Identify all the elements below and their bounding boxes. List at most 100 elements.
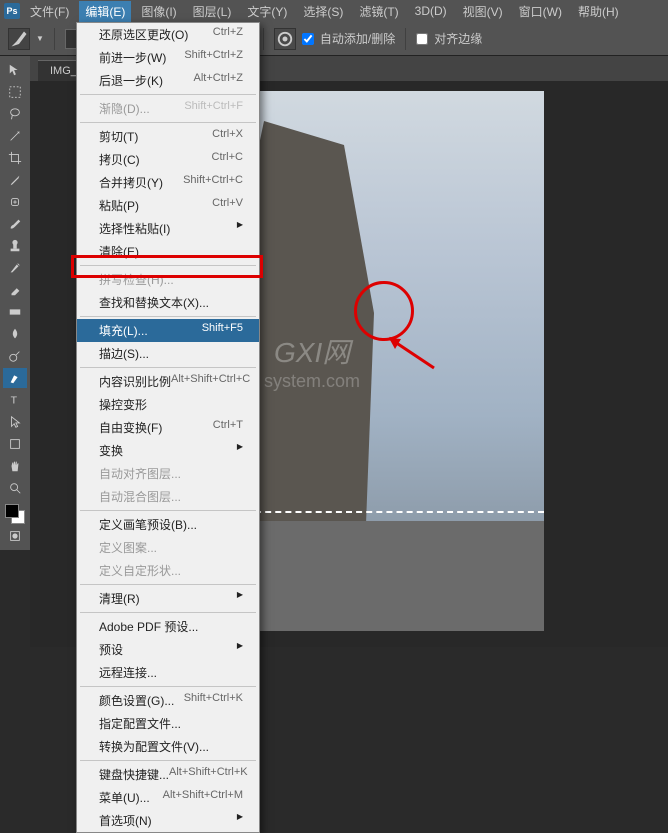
menu-filter[interactable]: 滤镜(T) xyxy=(353,1,404,22)
auto-add-label: 自动添加/删除 xyxy=(320,30,395,47)
menu-item[interactable]: 键盘快捷键...Alt+Shift+Ctrl+K xyxy=(77,763,259,786)
menu-item[interactable]: 远程连接... xyxy=(77,661,259,684)
menu-item[interactable]: Adobe PDF 预设... xyxy=(77,615,259,638)
menu-separator xyxy=(80,686,256,687)
menu-item-label: 颜色设置(G)... xyxy=(99,692,174,709)
menu-item-label: 还原选区更改(O) xyxy=(99,26,188,43)
menu-item[interactable]: 清理(R) xyxy=(77,587,259,610)
app-icon: Ps xyxy=(4,3,20,19)
menu-item: 定义图案... xyxy=(77,536,259,559)
menu-item-shortcut: Alt+Shift+Ctrl+M xyxy=(163,789,243,806)
menu-item-shortcut: Ctrl+T xyxy=(213,419,243,436)
menu-select[interactable]: 选择(S) xyxy=(297,1,349,22)
menu-window[interactable]: 窗口(W) xyxy=(513,1,568,22)
history-brush-icon[interactable] xyxy=(3,258,27,278)
menu-item-label: 定义画笔预设(B)... xyxy=(99,516,197,533)
menu-separator xyxy=(80,510,256,511)
edit-dropdown-menu: 还原选区更改(O)Ctrl+Z前进一步(W)Shift+Ctrl+Z后退一步(K… xyxy=(76,22,260,833)
menu-3d[interactable]: 3D(D) xyxy=(409,2,453,20)
zoom-tool-icon[interactable] xyxy=(3,478,27,498)
menu-item[interactable]: 转换为配置文件(V)... xyxy=(77,735,259,758)
menu-type[interactable]: 文字(Y) xyxy=(241,1,293,22)
stamp-tool-icon[interactable] xyxy=(3,236,27,256)
menu-item[interactable]: 后退一步(K)Alt+Ctrl+Z xyxy=(77,69,259,92)
quickmask-icon[interactable] xyxy=(3,526,27,546)
menu-item[interactable]: 指定配置文件... xyxy=(77,712,259,735)
menu-item-label: 首选项(N) xyxy=(99,812,152,829)
eraser-tool-icon[interactable] xyxy=(3,280,27,300)
menu-help[interactable]: 帮助(H) xyxy=(572,1,625,22)
current-tool-icon[interactable] xyxy=(8,28,30,50)
wand-tool-icon[interactable] xyxy=(3,126,27,146)
lasso-tool-icon[interactable] xyxy=(3,104,27,124)
menu-layer[interactable]: 图层(L) xyxy=(187,1,238,22)
menu-file[interactable]: 文件(F) xyxy=(24,1,75,22)
pen-tool-icon[interactable] xyxy=(3,368,27,388)
menu-item-label: 渐隐(D)... xyxy=(99,100,150,117)
separator xyxy=(263,28,264,50)
path-select-icon[interactable] xyxy=(3,412,27,432)
menu-item-label: 自动对齐图层... xyxy=(99,465,181,482)
menu-item[interactable]: 自由变换(F)Ctrl+T xyxy=(77,416,259,439)
menu-item-label: 自动混合图层... xyxy=(99,488,181,505)
menu-item[interactable]: 颜色设置(G)... Shift+Ctrl+K xyxy=(77,689,259,712)
annotation-circle xyxy=(354,281,414,341)
menu-item[interactable]: 菜单(U)...Alt+Shift+Ctrl+M xyxy=(77,786,259,809)
gradient-tool-icon[interactable] xyxy=(3,302,27,322)
menu-item[interactable]: 查找和替换文本(X)... xyxy=(77,291,259,314)
menu-item[interactable]: 预设 xyxy=(77,638,259,661)
menu-item[interactable]: 描边(S)... xyxy=(77,342,259,365)
marquee-tool-icon[interactable] xyxy=(3,82,27,102)
blur-tool-icon[interactable] xyxy=(3,324,27,344)
menu-item[interactable]: 还原选区更改(O)Ctrl+Z xyxy=(77,23,259,46)
brush-tool-icon[interactable] xyxy=(3,214,27,234)
color-swatch[interactable] xyxy=(5,504,25,524)
menu-item-label: 远程连接... xyxy=(99,664,157,681)
shape-tool-icon[interactable] xyxy=(3,434,27,454)
heal-tool-icon[interactable] xyxy=(3,192,27,212)
menu-item-label: 剪切(T) xyxy=(99,128,138,145)
menubar: Ps 文件(F) 编辑(E) 图像(I) 图层(L) 文字(Y) 选择(S) 滤… xyxy=(0,0,668,22)
menu-separator xyxy=(80,367,256,368)
menu-separator xyxy=(80,316,256,317)
dodge-tool-icon[interactable] xyxy=(3,346,27,366)
menu-item: 自动混合图层... xyxy=(77,485,259,508)
crop-tool-icon[interactable] xyxy=(3,148,27,168)
pen-tool-icon xyxy=(9,29,29,49)
chevron-down-icon[interactable]: ▼ xyxy=(36,34,44,43)
menu-item[interactable]: 定义画笔预设(B)... xyxy=(77,513,259,536)
menu-item[interactable]: 前进一步(W)Shift+Ctrl+Z xyxy=(77,46,259,69)
align-edges-checkbox[interactable] xyxy=(416,33,428,45)
menu-item[interactable]: 首选项(N) xyxy=(77,809,259,832)
menu-view[interactable]: 视图(V) xyxy=(457,1,509,22)
hand-tool-icon[interactable] xyxy=(3,456,27,476)
menu-item[interactable]: 填充(L)...Shift+F5 xyxy=(77,319,259,342)
menu-item[interactable]: 内容识别比例Alt+Shift+Ctrl+C xyxy=(77,370,259,393)
type-tool-icon[interactable]: T xyxy=(3,390,27,410)
menu-item: 定义自定形状... xyxy=(77,559,259,582)
menu-item[interactable]: 选择性粘贴(I) xyxy=(77,217,259,240)
auto-add-checkbox[interactable] xyxy=(302,33,314,45)
menu-item[interactable]: 粘贴(P) Ctrl+V xyxy=(77,194,259,217)
menu-item[interactable]: 剪切(T)Ctrl+X xyxy=(77,125,259,148)
toolbox: T xyxy=(0,56,30,550)
menu-item[interactable]: 拷贝(C)Ctrl+C xyxy=(77,148,259,171)
menu-item-shortcut: Shift+Ctrl+C xyxy=(183,174,243,191)
gear-icon[interactable] xyxy=(274,28,296,50)
eyedropper-tool-icon[interactable] xyxy=(3,170,27,190)
move-tool-icon[interactable] xyxy=(3,60,27,80)
menu-item-label: 粘贴(P) xyxy=(99,197,139,214)
menu-item-label: 描边(S)... xyxy=(99,345,149,362)
menu-item-shortcut: Shift+Ctrl+Z xyxy=(184,49,243,66)
menu-image[interactable]: 图像(I) xyxy=(135,1,182,22)
separator xyxy=(405,28,406,50)
menu-item-shortcut: Ctrl+V xyxy=(212,197,243,214)
menu-separator xyxy=(80,122,256,123)
menu-edit[interactable]: 编辑(E) xyxy=(79,1,131,22)
menu-item: 自动对齐图层... xyxy=(77,462,259,485)
menu-item[interactable]: 变换 xyxy=(77,439,259,462)
menu-item[interactable]: 操控变形 xyxy=(77,393,259,416)
menu-item-label: 键盘快捷键... xyxy=(99,766,169,783)
menu-item[interactable]: 合并拷贝(Y)Shift+Ctrl+C xyxy=(77,171,259,194)
menu-item-shortcut: Shift+Ctrl+K xyxy=(184,692,243,709)
